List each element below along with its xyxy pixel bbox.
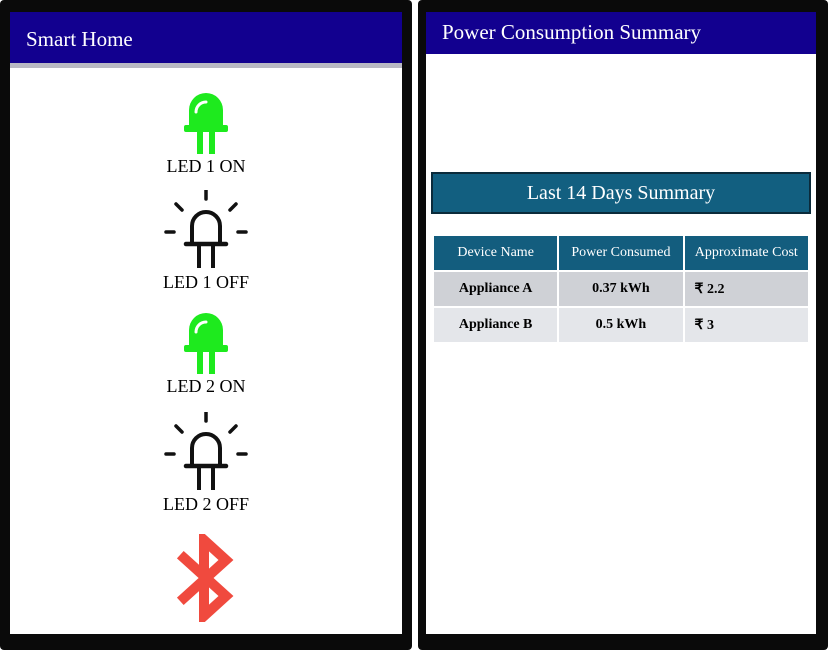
cost-cell: ₹ 2.2	[684, 272, 808, 306]
app-bar: Smart Home	[10, 12, 402, 68]
phone-frame-left: Smart Home LED 1 ON LED 1 OFF LED 2 ON L…	[0, 0, 412, 650]
smart-home-screen: Smart Home LED 1 ON LED 1 OFF LED 2 ON L…	[10, 12, 402, 634]
summary-header-label: Last 14 Days Summary	[526, 182, 716, 204]
led-2-on-button[interactable]: LED 2 ON	[10, 312, 402, 397]
column-header-cost: Approximate Cost	[684, 236, 808, 270]
table-row: Appliance B 0.5 kWh ₹ 3	[434, 308, 808, 342]
cost-cell: ₹ 3	[684, 308, 808, 342]
device-cell: Appliance A	[434, 272, 558, 306]
led-1-off-label: LED 1 OFF	[162, 272, 249, 292]
led-2-off-button[interactable]: LED 2 OFF	[10, 412, 402, 515]
table-row: Appliance A 0.37 kWh ₹ 2.2	[434, 272, 808, 306]
led-on-icon	[184, 93, 228, 154]
power-usage-table: Device Name Power Consumed Approximate C…	[432, 234, 810, 344]
column-header-power: Power Consumed	[559, 236, 683, 270]
column-header-device: Device Name	[434, 236, 558, 270]
led-2-off-label: LED 2 OFF	[162, 494, 249, 514]
power-cell: 0.5 kWh	[559, 308, 683, 342]
power-cell: 0.37 kWh	[559, 272, 683, 306]
led-2-on-label: LED 2 ON	[166, 376, 246, 396]
led-1-on-button[interactable]: LED 1 ON	[10, 92, 402, 177]
device-cell: Appliance B	[434, 308, 558, 342]
app-title: Smart Home	[26, 27, 133, 51]
summary-header: Last 14 Days Summary	[431, 172, 811, 214]
phone-frame-right: Power Consumption Summary Last 14 Days S…	[418, 0, 828, 650]
table-header-row: Device Name Power Consumed Approximate C…	[434, 236, 808, 270]
bluetooth-button[interactable]	[10, 534, 402, 622]
bluetooth-icon	[176, 534, 234, 622]
led-on-icon	[184, 313, 228, 374]
power-summary-screen: Power Consumption Summary Last 14 Days S…	[426, 12, 816, 634]
led-1-on-label: LED 1 ON	[166, 156, 246, 176]
screen-title: Power Consumption Summary	[442, 20, 702, 44]
led-off-icon	[164, 190, 248, 268]
led-off-icon	[164, 412, 248, 490]
app-bar: Power Consumption Summary	[426, 12, 816, 54]
led-1-off-button[interactable]: LED 1 OFF	[10, 190, 402, 293]
